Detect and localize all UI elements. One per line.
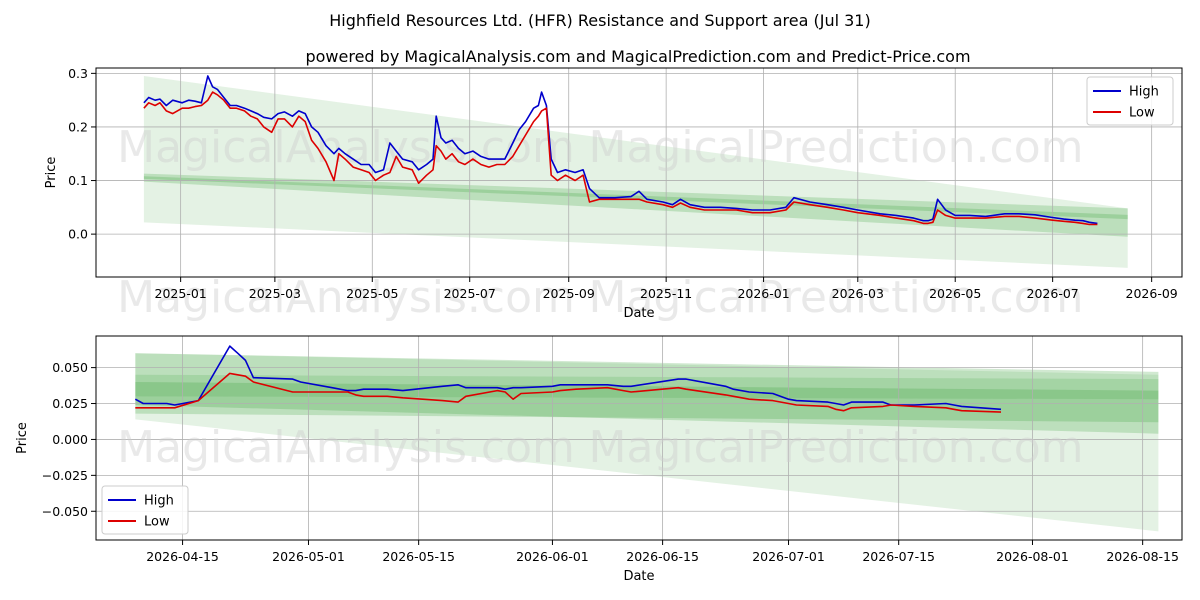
y-tick-label: 0.2 [68,119,88,134]
x-tick-label: 2026-01 [737,286,789,301]
x-tick-label: 2026-05-15 [382,549,455,564]
watermark-text: MagicalAnalysis.com [117,122,575,173]
x-tick-label: 2026-04-15 [146,549,219,564]
x-tick-label: 2026-07-15 [862,549,935,564]
y-tick-label: 0.1 [68,173,88,188]
x-tick-label: 2026-07 [1027,286,1079,301]
y-axis-label: Price [15,422,30,454]
x-tick-label: 2026-05-01 [272,549,345,564]
x-tick-label: 2025-11 [640,286,692,301]
legend-label: Low [1129,106,1155,121]
watermark-text: MagicalAnalysis.com [117,422,575,473]
x-tick-label: 2025-07 [444,286,496,301]
x-axis-label: Date [623,569,654,584]
chart-title: Highfield Resources Ltd. (HFR) Resistanc… [329,11,870,30]
chart-subtitle: powered by MagicalAnalysis.com and Magic… [305,47,970,66]
legend-label: High [1129,85,1159,100]
y-tick-label: −0.050 [42,504,88,519]
x-tick-label: 2026-08-15 [1106,549,1179,564]
x-tick-label: 2026-08-01 [996,549,1069,564]
x-tick-label: 2025-03 [249,286,301,301]
y-tick-label: −0.025 [42,468,88,483]
legend-label: High [144,494,174,509]
x-tick-label: 2025-09 [543,286,595,301]
legend: High Low [1086,76,1174,126]
watermarks: MagicalAnalysis.com MagicalPrediction.com [117,422,1083,473]
legend-label: Low [144,515,170,530]
x-tick-label: 2026-06-01 [516,549,589,564]
x-tick-label: 2026-06-15 [626,549,699,564]
y-axis-label: Price [44,157,59,189]
y-tick-label: 0.025 [52,396,88,411]
y-tick-label: 0.0 [68,227,88,242]
x-tick-label: 2026-09 [1126,286,1178,301]
y-tick-label: 0.3 [68,66,88,81]
watermark-text: MagicalPrediction.com [589,422,1084,473]
x-tick-label: 2025-05 [346,286,398,301]
y-tick-label: 0.050 [52,360,88,375]
x-tick-label: 2026-03 [832,286,884,301]
top-panel: MagicalAnalysis.com MagicalPrediction.com… [44,66,1183,323]
watermark-text: MagicalPrediction.com [589,122,1084,173]
y-tick-label: 0.000 [52,432,88,447]
chart-figure: Highfield Resources Ltd. (HFR) Resistanc… [15,11,1183,584]
x-tick-label: 2026-05 [929,286,981,301]
x-axis-label: Date [623,306,654,321]
x-tick-label: 2026-07-01 [752,549,825,564]
x-tick-label: 2025-01 [155,286,207,301]
legend: High Low [101,485,189,535]
bottom-panel: MagicalAnalysis.com MagicalPrediction.com… [15,335,1183,584]
